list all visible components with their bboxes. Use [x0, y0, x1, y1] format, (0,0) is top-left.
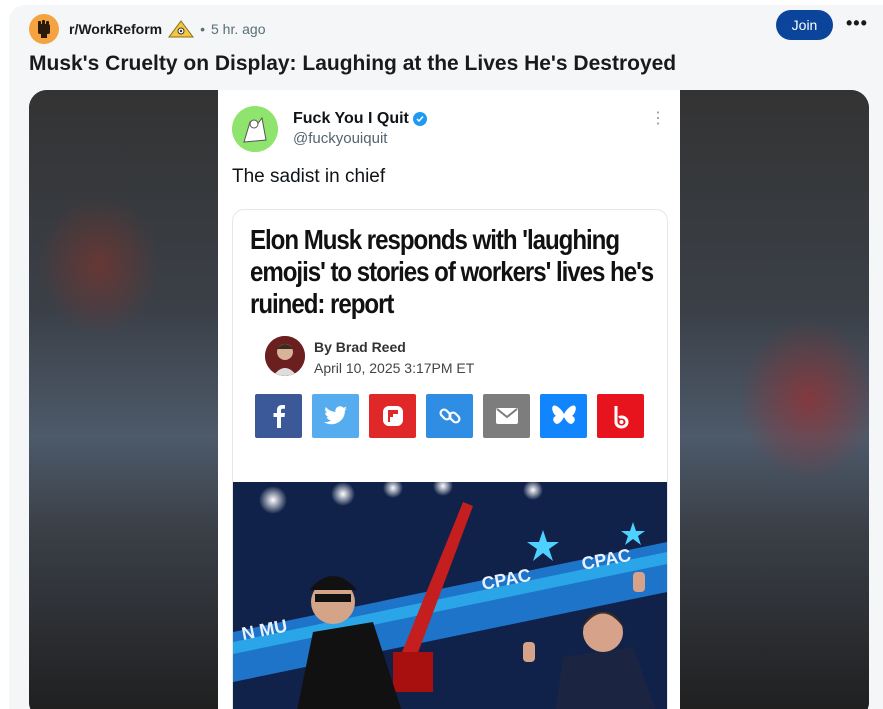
article-card: Elon Musk responds with 'laughing emojis… — [232, 209, 668, 709]
author-photo — [265, 336, 305, 376]
article-headline: Elon Musk responds with 'laughing emojis… — [250, 224, 654, 319]
tweet-author-avatar — [232, 106, 278, 152]
email-share-button[interactable] — [483, 394, 530, 438]
subreddit-name[interactable]: r/WorkReform — [69, 21, 162, 37]
tweet-screenshot: Fuck You I Quit @fuckyouiquit ⋮ The sadi… — [218, 90, 680, 709]
facebook-icon — [273, 405, 285, 428]
post-media[interactable]: Fuck You I Quit @fuckyouiquit ⋮ The sadi… — [29, 90, 869, 709]
post-card: r/WorkReform • 5 hr. ago Join ••• Musk's… — [9, 5, 883, 709]
tweet-text: The sadist in chief — [232, 166, 386, 187]
award-pyramid-icon — [168, 20, 195, 38]
facebook-share-button[interactable] — [255, 394, 302, 438]
separator-dot: • — [200, 21, 205, 37]
join-button[interactable]: Join — [776, 10, 833, 40]
social-b-icon — [614, 406, 629, 429]
copy-link-button[interactable] — [426, 394, 473, 438]
verified-badge-icon — [412, 112, 427, 126]
post-title[interactable]: Musk's Cruelty on Display: Laughing at t… — [29, 52, 676, 76]
tweet-menu-icon: ⋮ — [650, 110, 666, 127]
article-photo: N MU CPAC CPAC — [233, 482, 667, 709]
flipboard-share-button[interactable] — [369, 394, 416, 438]
envelope-icon — [495, 408, 518, 424]
flipboard-icon — [382, 406, 403, 426]
tweet-author-name-text: Fuck You I Quit — [293, 110, 409, 127]
share-buttons — [255, 394, 644, 438]
fist-icon — [38, 20, 50, 38]
bluesky-share-button[interactable] — [540, 394, 587, 438]
butterfly-icon — [551, 405, 576, 424]
post-header: r/WorkReform • 5 hr. ago — [29, 14, 266, 44]
bluesky-alt-share-button[interactable] — [597, 394, 644, 438]
article-byline: By Brad Reed — [314, 339, 406, 355]
subreddit-avatar[interactable] — [29, 14, 59, 44]
tweet-author-handle: @fuckyouiquit — [293, 130, 388, 147]
post-time: 5 hr. ago — [211, 21, 266, 37]
twitter-share-button[interactable] — [312, 394, 359, 438]
tweet-author-name: Fuck You I Quit — [293, 110, 427, 128]
twitter-bird-icon — [323, 406, 347, 425]
more-options-button[interactable]: ••• — [846, 13, 868, 34]
article-date: April 10, 2025 3:17PM ET — [314, 360, 475, 376]
link-icon — [438, 408, 461, 424]
